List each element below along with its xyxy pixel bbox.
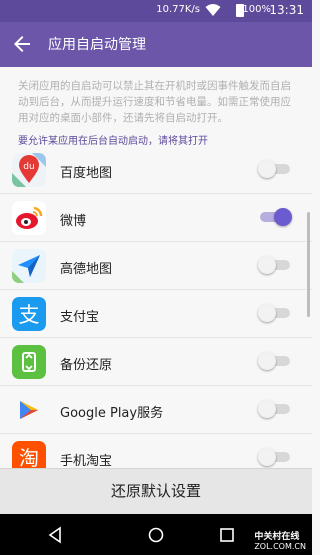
battery-percent: 100% (242, 4, 271, 15)
section-header: 要允许某应用在后台自动启动，请将其打开 (18, 136, 208, 147)
network-speed: 10.77K/s (156, 4, 200, 15)
description-text: 关闭应用的自启动可以禁止其在开机时或因事件触发而自启动到后台，从而提升运行速度和… (18, 80, 291, 124)
watermark: 中关村在线 ZOL.COM.CN (254, 529, 306, 551)
app-name: 高德地图 (60, 262, 113, 277)
alipay-icon: 支 (12, 297, 46, 331)
autostart-toggle[interactable] (258, 208, 292, 226)
list-item[interactable]: du 百度地图 (0, 146, 312, 194)
reset-defaults-button[interactable]: 还原默认设置 (0, 468, 312, 514)
app-name: 手机淘宝 (60, 454, 113, 469)
app-name: 微博 (60, 214, 87, 229)
recents-square-icon[interactable] (217, 525, 237, 545)
taobao-icon-text: 淘 (19, 446, 39, 470)
wifi-icon (205, 4, 221, 16)
alipay-icon-text: 支 (19, 303, 40, 327)
google-play-services-icon (12, 393, 46, 427)
autostart-toggle[interactable] (258, 160, 292, 178)
app-list: du 百度地图 微博 高德地图 支 支付宝 备份还原 Google Play服务… (0, 146, 312, 482)
app-name: 备份还原 (60, 358, 113, 373)
autostart-toggle[interactable] (258, 400, 292, 418)
scrollbar[interactable] (307, 212, 310, 317)
home-circle-icon[interactable] (146, 525, 166, 545)
backup-icon (12, 345, 46, 379)
app-name: 支付宝 (60, 310, 100, 325)
autostart-toggle[interactable] (258, 448, 292, 466)
list-item[interactable]: 备份还原 (0, 338, 312, 386)
navigation-bar: 中关村在线 ZOL.COM.CN (0, 514, 312, 555)
watermark-url: ZOL.COM.CN (254, 542, 306, 551)
arrow-left-icon[interactable] (10, 32, 34, 56)
autostart-toggle[interactable] (258, 304, 292, 322)
page-title: 应用自启动管理 (48, 37, 146, 53)
back-triangle-icon[interactable] (45, 525, 65, 545)
amap-icon (12, 249, 46, 283)
list-item[interactable]: 微博 (0, 194, 312, 242)
clock: 13:31 (269, 3, 304, 17)
app-name: Google Play服务 (60, 406, 164, 421)
main-content: 关闭应用的自启动可以禁止其在开机时或因事件触发而自启动到后台，从而提升运行速度和… (0, 67, 312, 482)
list-item[interactable]: 高德地图 (0, 242, 312, 290)
status-bar: 10.77K/s 100% 13:31 (0, 0, 312, 22)
watermark-brand: 中关村在线 (254, 532, 300, 542)
list-item[interactable]: 支 支付宝 (0, 290, 312, 338)
weibo-icon (12, 201, 46, 235)
baidu-maps-icon: du (12, 153, 46, 187)
autostart-toggle[interactable] (258, 352, 292, 370)
app-name: 百度地图 (60, 166, 113, 181)
list-item[interactable]: Google Play服务 (0, 386, 312, 434)
app-bar: 应用自启动管理 (0, 22, 312, 67)
autostart-toggle[interactable] (258, 256, 292, 274)
baidu-icon-text: du (23, 162, 34, 172)
